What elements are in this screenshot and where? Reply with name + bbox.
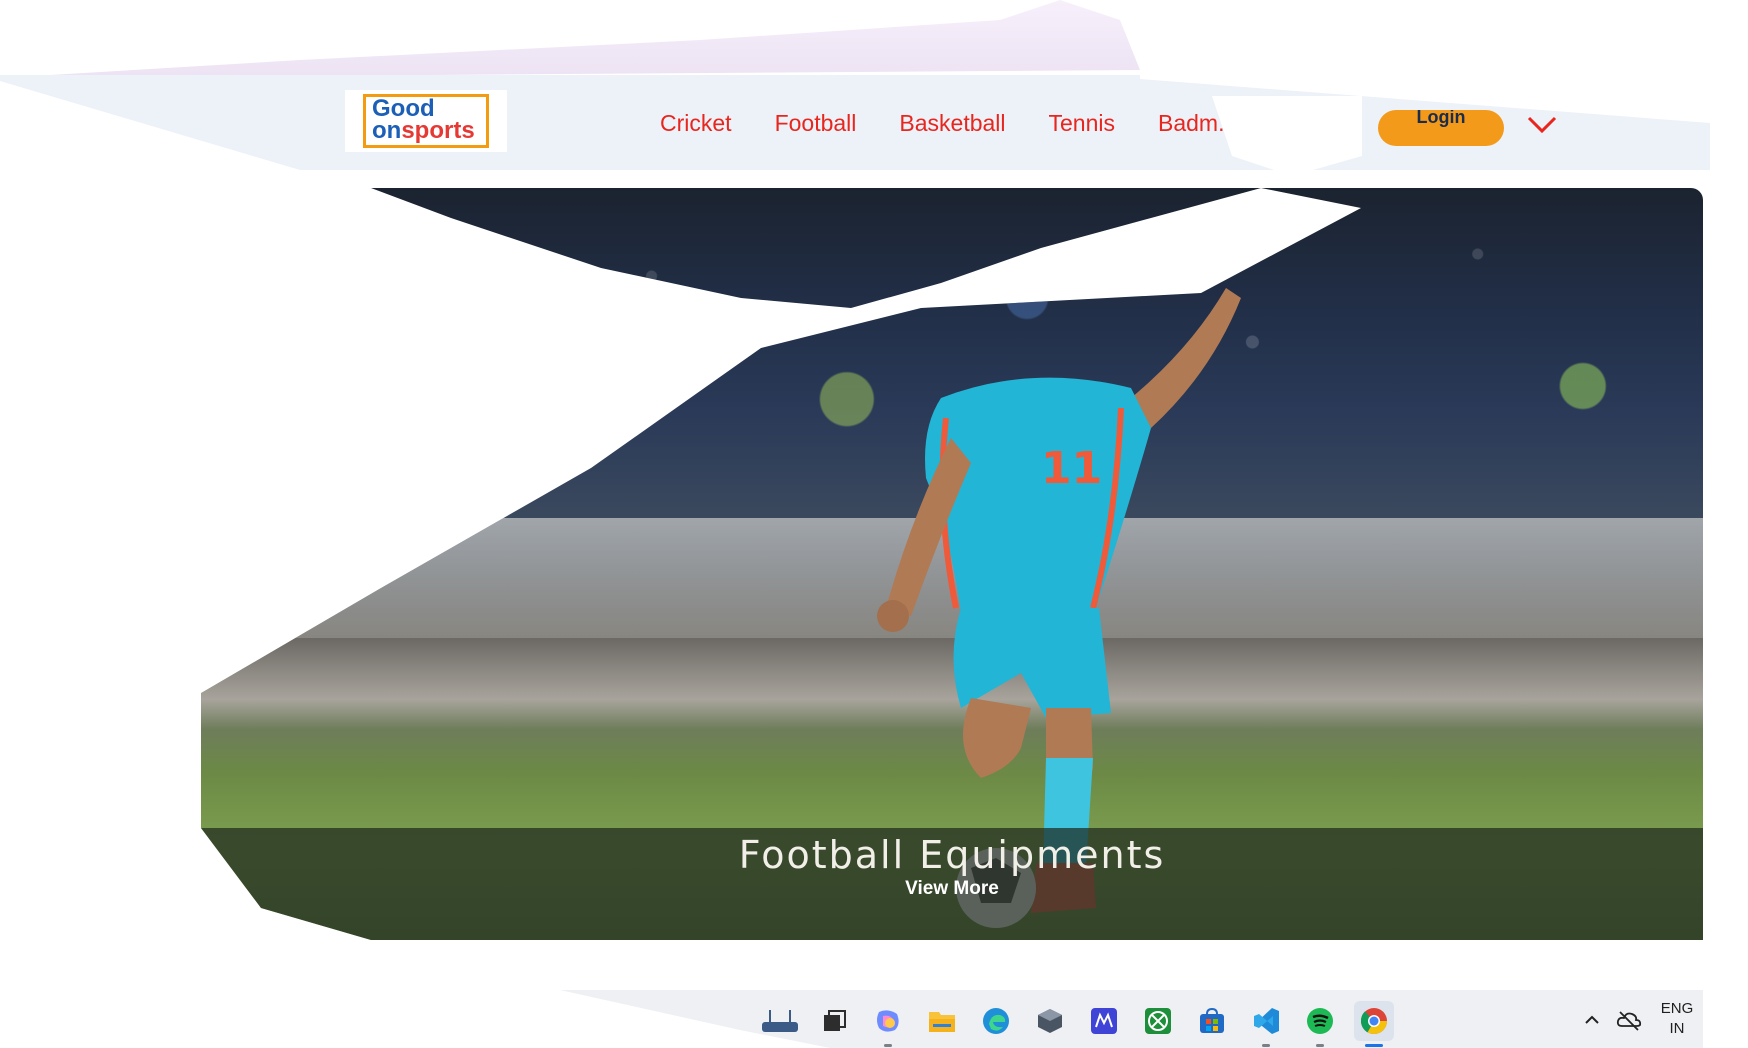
copilot-icon[interactable] [868,1001,908,1047]
task-view-glyph [824,1010,846,1031]
vscode-glyph [1254,1008,1279,1034]
file-explorer-icon[interactable] [922,1001,962,1041]
language-code: ENG [1660,1000,1694,1017]
running-indicator [1316,1044,1324,1047]
app-m-icon[interactable] [1084,1001,1124,1041]
nav-link-football[interactable]: Football [775,110,857,140]
xbox-icon[interactable] [1138,1001,1178,1041]
router-icon[interactable] [760,1001,800,1041]
nav-link-tennis[interactable]: Tennis [1049,110,1115,140]
cube-glyph [1038,1009,1062,1033]
running-indicator [1262,1044,1270,1047]
folder-glyph [929,1012,955,1032]
copilot-glyph [877,1010,899,1032]
logo-text-sports: sports [401,116,475,144]
store-glyph [1200,1007,1224,1033]
hero-banner[interactable]: 11 Football Equipments View More [201,188,1703,940]
store-icon[interactable] [1192,1001,1232,1041]
logo-frame: Good onsports [363,94,489,148]
logo-line-2: onsports [372,116,486,145]
view-more-link[interactable]: View More [201,878,1703,900]
language-indicator[interactable]: ENG IN [1655,999,1699,1039]
spotify-glyph [1307,1008,1333,1034]
jersey-number: 11 [1041,443,1102,494]
task-view-icon[interactable] [814,1001,854,1041]
app-cube-icon[interactable] [1030,1001,1070,1041]
hero-title: Football Equipments [738,833,1166,877]
router-glyph [762,1010,798,1032]
chevron-up-icon[interactable] [1582,1010,1602,1030]
chrome-glyph [1360,1008,1388,1035]
main-nav: Cricket Football Basketball Tennis Badm.… [660,110,1280,140]
login-button[interactable]: Login [1378,110,1504,146]
active-indicator [1365,1044,1383,1047]
nav-link-basketball[interactable]: Basketball [899,110,1005,140]
torn-top-strip [0,0,1140,78]
taskbar-app-icons [760,1001,1394,1047]
vscode-icon[interactable] [1246,1001,1286,1047]
spotify-icon[interactable] [1300,1001,1340,1047]
running-indicator [884,1044,892,1047]
site-logo[interactable]: Good onsports [345,90,507,152]
chevron-down-icon[interactable] [1525,112,1559,136]
edge-icon[interactable] [976,1001,1016,1041]
chrome-icon[interactable] [1354,1001,1394,1047]
m-glyph [1091,1008,1117,1034]
region-code: IN [1669,1020,1685,1037]
nav-link-cricket[interactable]: Cricket [660,110,732,140]
login-label: Login [1416,110,1466,127]
onedrive-offline-icon[interactable] [1616,1008,1642,1032]
xbox-glyph [1145,1008,1171,1034]
logo-text-on: on [372,116,402,144]
edge-glyph [983,1008,1009,1034]
